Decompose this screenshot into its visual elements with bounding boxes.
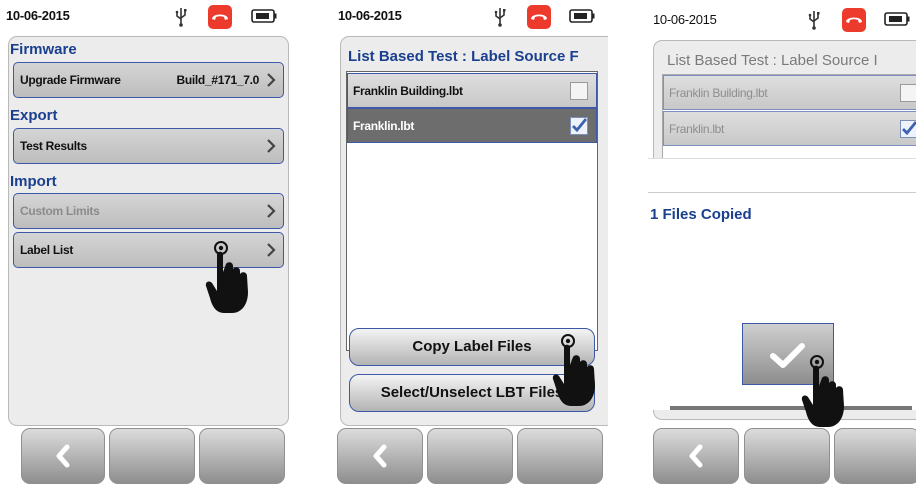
chevron-right-icon [267,139,276,153]
dialog-divider [648,158,916,193]
nav-button-3[interactable] [834,428,916,484]
battery-icon [251,9,277,23]
screen-files-copied: 10-06-2015 List Based Test : Label Sourc… [648,0,916,485]
nav-button-2[interactable] [744,428,830,484]
bottom-nav [648,424,916,485]
back-button[interactable] [21,428,105,484]
battery-icon [569,9,595,23]
pointing-hand-icon [205,241,248,313]
nav-button-3[interactable] [199,428,285,484]
back-arrow-icon [689,444,703,468]
back-arrow-icon [373,444,387,468]
back-button[interactable] [337,428,423,484]
usb-icon [175,8,187,27]
file-checkbox [900,120,916,138]
section-title-export: Export [10,107,58,124]
file-item-franklin[interactable]: Franklin.lbt [347,108,597,143]
file-item-franklin-building: Franklin Building.lbt [663,75,916,110]
bottom-nav [333,424,608,485]
dialog-message: 1 Files Copied [650,206,752,223]
nav-button-2[interactable] [427,428,513,484]
back-button[interactable] [653,428,739,484]
file-checkbox[interactable] [570,117,588,135]
status-date: 10-06-2015 [338,8,402,23]
file-list[interactable]: Franklin Building.lbt Franklin.lbt [346,71,598,351]
status-date: 10-06-2015 [653,12,717,27]
battery-icon [884,12,910,26]
bottom-nav [0,424,292,485]
checkmark-icon [572,118,588,133]
pointing-hand-icon [801,355,844,427]
row-label: Upgrade Firmware [20,73,121,87]
phone-hangup-icon[interactable] [842,8,866,32]
row-label: Test Results [20,139,87,153]
row-label: Custom Limits [20,204,100,218]
back-arrow-icon [56,444,70,468]
copy-complete-dialog: 1 Files Copied [648,158,916,410]
checkmark-icon [902,121,916,136]
firmware-build-value: Build_#171_7.0 [176,73,259,87]
chevron-right-icon [267,204,276,218]
usb-icon [494,8,506,27]
page-title: List Based Test : Label Source I [667,52,878,69]
test-results-row[interactable]: Test Results [13,128,284,164]
file-list: Franklin Building.lbt Franklin.lbt [662,74,916,160]
dialog-bottom-edge [670,406,912,410]
chevron-right-icon [267,243,276,257]
file-name: Franklin Building.lbt [669,86,768,100]
row-label: Label List [20,243,74,257]
status-bar: 10-06-2015 [333,0,608,34]
nav-button-3[interactable] [517,428,603,484]
phone-hangup-icon[interactable] [208,5,232,29]
file-item-franklin-building[interactable]: Franklin Building.lbt [347,73,597,108]
page-title: List Based Test : Label Source F [348,48,579,65]
status-date: 10-06-2015 [6,8,70,23]
file-checkbox[interactable] [570,82,588,100]
file-checkbox [900,84,916,102]
custom-limits-row: Custom Limits [13,193,284,229]
file-name: Franklin.lbt [353,119,415,133]
file-name: Franklin Building.lbt [353,84,463,98]
section-title-import: Import [10,173,57,190]
file-name: Franklin.lbt [669,122,725,136]
phone-hangup-icon[interactable] [527,5,551,29]
screen-label-source: 10-06-2015 List Based Test : Label Sourc… [333,0,608,485]
usb-icon [808,11,820,30]
pointing-hand-icon [552,334,595,406]
status-bar: 10-06-2015 [648,0,916,34]
upgrade-firmware-row[interactable]: Upgrade Firmware Build_#171_7.0 [13,62,284,98]
section-title-firmware: Firmware [10,41,77,58]
nav-button-2[interactable] [109,428,195,484]
screen-settings: 10-06-2015 Firmware Upgrade Firmware Bui… [0,0,292,485]
chevron-right-icon [267,73,276,87]
file-item-franklin: Franklin.lbt [663,111,916,146]
status-bar: 10-06-2015 [0,0,292,34]
settings-panel: Firmware Upgrade Firmware Build_#171_7.0… [8,36,289,426]
